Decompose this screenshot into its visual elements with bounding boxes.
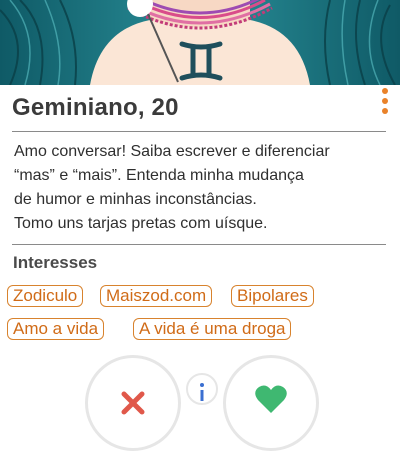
profile-photo — [0, 0, 400, 85]
like-button[interactable] — [223, 355, 319, 451]
info-button[interactable] — [186, 373, 218, 405]
divider — [12, 244, 386, 245]
profile-name-age: Geminiano, 20 — [12, 94, 179, 121]
interest-tag[interactable]: Bipolares — [231, 285, 314, 307]
interest-tag[interactable]: A vida é uma droga — [133, 318, 292, 340]
close-x-icon — [121, 391, 145, 415]
interest-tag[interactable]: Amo a vida — [7, 318, 105, 340]
bio-line: de humor e minhas inconstâncias. — [14, 191, 257, 208]
dislike-button[interactable] — [85, 355, 181, 451]
bio-line: “mas” e “mais”. Entenda minha mudança — [14, 167, 304, 184]
interests-title: Interesses — [13, 253, 98, 272]
more-vertical-icon[interactable] — [378, 88, 392, 120]
bio-line: Amo conversar! Saiba escrever e diferenc… — [14, 143, 330, 160]
divider — [12, 131, 386, 132]
bio-line: Tomo uns tarjas pretas com uísque. — [14, 215, 268, 232]
action-bar — [0, 355, 400, 451]
heart-icon — [255, 385, 287, 413]
info-icon — [200, 383, 204, 401]
profile-header: Geminiano, 20 — [0, 85, 400, 131]
interest-tag[interactable]: Zodiculo — [7, 285, 84, 307]
interest-tag[interactable]: Maiszod.com — [100, 285, 213, 307]
profile-bio: Amo conversar! Saiba escrever e diferenc… — [14, 140, 394, 236]
